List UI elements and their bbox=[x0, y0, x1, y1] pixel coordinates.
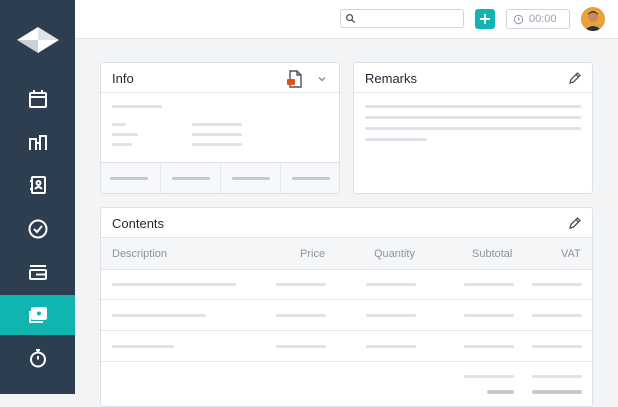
info-title: Info bbox=[112, 71, 134, 86]
placeholder-line bbox=[365, 138, 427, 141]
app-logo[interactable] bbox=[17, 27, 59, 53]
contacts-icon bbox=[29, 176, 46, 194]
table-header: Description Price Quantity Subtotal VAT bbox=[101, 237, 592, 270]
placeholder-line bbox=[292, 177, 330, 180]
remarks-title: Remarks bbox=[365, 71, 418, 86]
column-header-vat: VAT bbox=[561, 248, 581, 260]
sidebar-item-contacts[interactable] bbox=[0, 165, 75, 205]
clock-icon bbox=[513, 14, 524, 25]
placeholder-line bbox=[192, 133, 242, 136]
checkmark-circle-icon bbox=[28, 219, 47, 239]
placeholder-line bbox=[110, 177, 148, 180]
sidebar-item-invoices[interactable] bbox=[0, 295, 75, 335]
info-card: Info bbox=[100, 62, 340, 194]
avatar-image bbox=[581, 7, 605, 31]
edit-pencil-icon[interactable] bbox=[568, 71, 582, 85]
edit-pencil-icon[interactable] bbox=[568, 216, 582, 230]
stopwatch-icon bbox=[29, 349, 46, 368]
placeholder-line bbox=[232, 177, 270, 180]
column-header-quantity: Quantity bbox=[374, 248, 415, 260]
remarks-card: Remarks bbox=[353, 62, 593, 194]
placeholder-line bbox=[112, 143, 132, 146]
column-header-description: Description bbox=[112, 248, 168, 260]
placeholder-line bbox=[365, 105, 581, 108]
sidebar bbox=[0, 0, 75, 394]
sidebar-item-team[interactable] bbox=[0, 122, 75, 162]
sidebar-item-stopwatch[interactable] bbox=[0, 338, 75, 378]
placeholder-line bbox=[365, 116, 581, 119]
add-button[interactable]: + bbox=[475, 9, 495, 29]
user-avatar[interactable] bbox=[581, 7, 605, 31]
placeholder-line bbox=[365, 127, 581, 130]
column-header-subtotal: Subtotal bbox=[472, 248, 513, 260]
top-bar: + 00:00 bbox=[75, 0, 618, 39]
sidebar-item-calendar[interactable] bbox=[0, 79, 75, 119]
invoices-icon bbox=[28, 307, 47, 323]
placeholder-line bbox=[112, 105, 162, 108]
placeholder-line bbox=[192, 143, 242, 146]
chevron-down-icon[interactable] bbox=[317, 74, 327, 84]
placeholder-line bbox=[192, 123, 242, 126]
sidebar-item-projects[interactable] bbox=[0, 252, 75, 292]
placeholder-line bbox=[172, 177, 210, 180]
column-header-price: Price bbox=[300, 248, 326, 260]
calendar-icon bbox=[28, 90, 47, 108]
team-icon bbox=[28, 135, 47, 150]
timer-button[interactable]: 00:00 bbox=[506, 9, 570, 29]
projects-icon bbox=[28, 265, 47, 280]
search-input[interactable] bbox=[340, 9, 464, 28]
sidebar-item-tasks[interactable] bbox=[0, 209, 75, 249]
placeholder-line bbox=[112, 123, 126, 126]
timer-value: 00:00 bbox=[529, 13, 557, 25]
pdf-icon[interactable] bbox=[285, 69, 305, 89]
contents-title: Contents bbox=[112, 216, 165, 231]
search-icon bbox=[346, 14, 356, 24]
contents-card: Contents Description Price Quantity Subt… bbox=[100, 207, 593, 407]
placeholder-line bbox=[112, 133, 138, 136]
